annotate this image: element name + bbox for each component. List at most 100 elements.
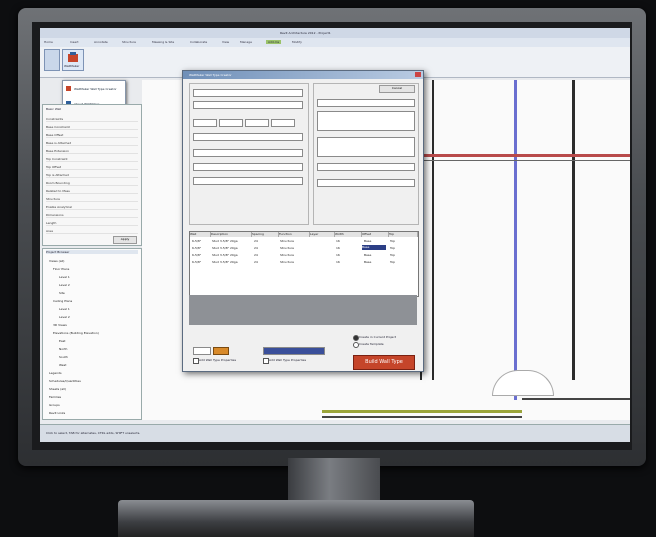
type-name-field[interactable] — [317, 111, 415, 131]
tree-item[interactable]: East — [59, 339, 65, 343]
location-dropdown[interactable] — [193, 177, 303, 185]
deflection-field[interactable] — [245, 119, 269, 127]
grid-cell[interactable]: 16 — [336, 239, 340, 244]
tab-annotate[interactable]: Annotate — [94, 40, 108, 44]
grid-cell[interactable]: 6-5/8" — [192, 253, 201, 258]
prop-row[interactable]: Length — [46, 221, 138, 226]
layer-dropdown[interactable] — [193, 149, 303, 157]
tree-item[interactable]: Views (all) — [49, 259, 64, 263]
description-field[interactable] — [317, 137, 415, 157]
tree-item[interactable]: Legends — [49, 371, 62, 375]
door-swing — [492, 370, 554, 396]
grid-cell[interactable]: 16 — [336, 253, 340, 258]
tab-manage[interactable]: Manage — [240, 40, 252, 44]
tree-item[interactable]: Level 2 — [59, 315, 70, 319]
tab-add-ins[interactable]: Add-Ins — [266, 40, 282, 44]
tree-item[interactable]: Floor Plans — [53, 267, 69, 271]
wallmaker-button[interactable]: WallMaker — [62, 49, 84, 71]
family-field[interactable] — [317, 99, 415, 107]
browse-button[interactable] — [213, 347, 229, 355]
grid-cell[interactable]: 16 — [336, 260, 340, 265]
grid-cell[interactable]: Structure — [280, 239, 294, 244]
grid-cell[interactable]: 24 — [254, 246, 258, 251]
tab-structure[interactable]: Structure — [122, 40, 136, 44]
apply-button[interactable]: Apply — [113, 236, 137, 244]
grid-cell[interactable]: Top — [390, 239, 395, 244]
prop-row[interactable]: Related to Mass — [46, 189, 138, 194]
core-dropdown[interactable] — [193, 163, 303, 171]
tree-item[interactable]: Elevations (Building Elevation) — [53, 331, 99, 335]
prop-row: Structure — [46, 197, 138, 202]
tree-item[interactable]: South — [59, 355, 68, 359]
tree-item[interactable]: Ceiling Plans — [53, 299, 72, 303]
prop-row[interactable]: Top Offset — [46, 165, 138, 170]
wall-name-field[interactable] — [193, 89, 303, 97]
grid-cell-selected[interactable]: Base — [362, 245, 386, 250]
grid-cell[interactable]: Base — [364, 260, 371, 265]
build-wall-type-button[interactable]: Build Wall Type — [353, 355, 415, 370]
grid-cell[interactable]: 24 — [254, 260, 258, 265]
menu-item-wall-type-creator[interactable]: WallMaker Wall Type Creator — [74, 87, 117, 91]
status-bar: Click to select, TAB for alternates, CTR… — [40, 424, 630, 442]
tree-item[interactable]: Revit Links — [49, 411, 65, 415]
stud-spacing-field[interactable] — [219, 119, 243, 127]
tab-collaborate[interactable]: Collaborate — [190, 40, 207, 44]
grid-cell[interactable]: Structure — [280, 260, 294, 265]
grid-cell[interactable]: 6-5/8" — [192, 246, 201, 251]
close-icon[interactable] — [415, 72, 421, 77]
prop-row[interactable]: Enable Analytical — [46, 205, 138, 210]
lateral-load-field[interactable] — [271, 119, 295, 127]
count-field[interactable] — [193, 347, 211, 355]
tab-modify[interactable]: Modify — [292, 40, 302, 44]
prop-row[interactable]: Base Constraint — [46, 125, 138, 130]
tree-item[interactable]: 3D Views — [53, 323, 67, 327]
type-comments-field[interactable] — [317, 163, 415, 171]
tree-item[interactable]: West — [59, 363, 66, 367]
tab-massing[interactable]: Massing & Site — [152, 40, 174, 44]
tree-item[interactable]: Schedules/Quantities — [49, 379, 81, 383]
grid-cell[interactable]: 6-5/8" — [192, 239, 201, 244]
grid-cell[interactable]: 6-5/8" — [192, 260, 201, 265]
grid-cell[interactable]: 16 — [336, 246, 340, 251]
grid-cell[interactable]: Stud 3-5/8" 20ga — [212, 246, 238, 251]
grid-cell[interactable]: 24 — [254, 239, 258, 244]
prop-row[interactable]: Top Constraint — [46, 157, 138, 162]
tree-item[interactable]: Site — [59, 291, 65, 295]
status-text: Click to select, TAB for alternates, CTR… — [46, 431, 141, 435]
tab-home[interactable]: Home — [44, 40, 53, 44]
height-field[interactable] — [193, 119, 217, 127]
grid-cell[interactable]: Top — [390, 246, 395, 251]
mark-field[interactable] — [317, 179, 415, 187]
tree-item[interactable]: Sheets (all) — [49, 387, 66, 391]
grid-cell[interactable]: Structure — [280, 253, 294, 258]
grid-cell[interactable]: Stud 3-5/8" 20ga — [212, 260, 238, 265]
grid-cell[interactable]: Base — [364, 253, 371, 258]
grid-cell[interactable]: 24 — [254, 253, 258, 258]
tab-view[interactable]: View — [222, 40, 229, 44]
building-height-field[interactable] — [193, 101, 303, 109]
grid-cell[interactable]: Top — [390, 253, 395, 258]
tree-item[interactable]: North — [59, 347, 67, 351]
prop-row[interactable]: Area — [46, 229, 138, 234]
grid-cell[interactable]: Structure — [280, 246, 294, 251]
prop-row[interactable]: Base is Attached — [46, 141, 138, 146]
modify-button[interactable] — [44, 49, 60, 71]
spacing-grid[interactable]: Wall Description Spacing Function Layer … — [189, 231, 419, 297]
grid-cell[interactable]: Stud 3-5/8" 20ga — [212, 239, 238, 244]
prop-row[interactable]: Base Offset — [46, 133, 138, 138]
grid-cell[interactable]: Base — [364, 239, 371, 244]
tree-item[interactable]: Level 2 — [59, 283, 70, 287]
grid-cell[interactable]: Stud 3-5/8" 20ga — [212, 253, 238, 258]
tree-item[interactable]: Level 1 — [59, 275, 70, 279]
tree-item[interactable]: Families — [49, 395, 61, 399]
grid-cell[interactable]: Top — [390, 260, 395, 265]
tree-item[interactable]: Level 1 — [59, 307, 70, 311]
prop-row[interactable]: Top is Attached — [46, 173, 138, 178]
selected-dropdown[interactable] — [263, 347, 325, 355]
tree-item[interactable]: Groups — [49, 403, 60, 407]
tab-insert[interactable]: Insert — [70, 40, 79, 44]
prop-row[interactable]: Room Bounding — [46, 181, 138, 186]
cancel-button[interactable]: Cancel — [379, 85, 415, 93]
gauge-dropdown[interactable] — [193, 133, 303, 141]
prop-row[interactable]: Base Extension — [46, 149, 138, 154]
